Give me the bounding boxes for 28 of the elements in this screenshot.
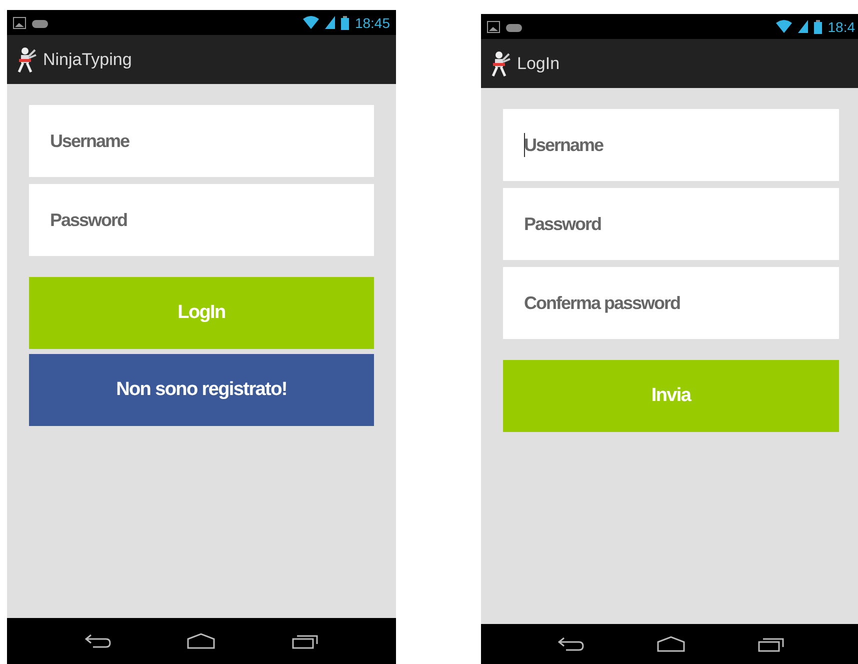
picture-icon	[487, 20, 500, 32]
recent-apps-icon[interactable]	[292, 633, 318, 649]
battery-icon	[814, 20, 822, 34]
text-field[interactable]: Password	[503, 188, 839, 260]
clock-time: 18:4	[828, 18, 855, 34]
wifi-icon	[776, 20, 792, 33]
register-button[interactable]: Non sono registrato!	[29, 354, 374, 426]
text-field[interactable]: Username	[503, 109, 839, 181]
submit-button[interactable]: Invia	[503, 360, 839, 432]
ninja-icon	[17, 46, 37, 72]
app-title: NinjaTyping	[43, 50, 132, 70]
signal-icon	[324, 16, 335, 29]
signal-icon	[798, 20, 808, 33]
recent-apps-icon[interactable]	[758, 636, 784, 652]
back-icon[interactable]	[85, 634, 112, 648]
wifi-icon	[302, 16, 319, 29]
text-field[interactable]: Username	[29, 105, 374, 177]
home-icon[interactable]	[187, 633, 216, 649]
home-icon[interactable]	[656, 636, 685, 652]
battery-icon	[340, 16, 349, 30]
picture-icon	[13, 16, 26, 28]
clock-time: 18:45	[354, 14, 390, 30]
app-title: LogIn	[517, 54, 560, 74]
submit-button[interactable]: LogIn	[29, 277, 374, 349]
back-icon[interactable]	[558, 637, 584, 651]
text-field[interactable]: Password	[29, 184, 374, 256]
ninja-icon	[491, 50, 511, 76]
text-field[interactable]: Conferma password	[503, 267, 839, 339]
